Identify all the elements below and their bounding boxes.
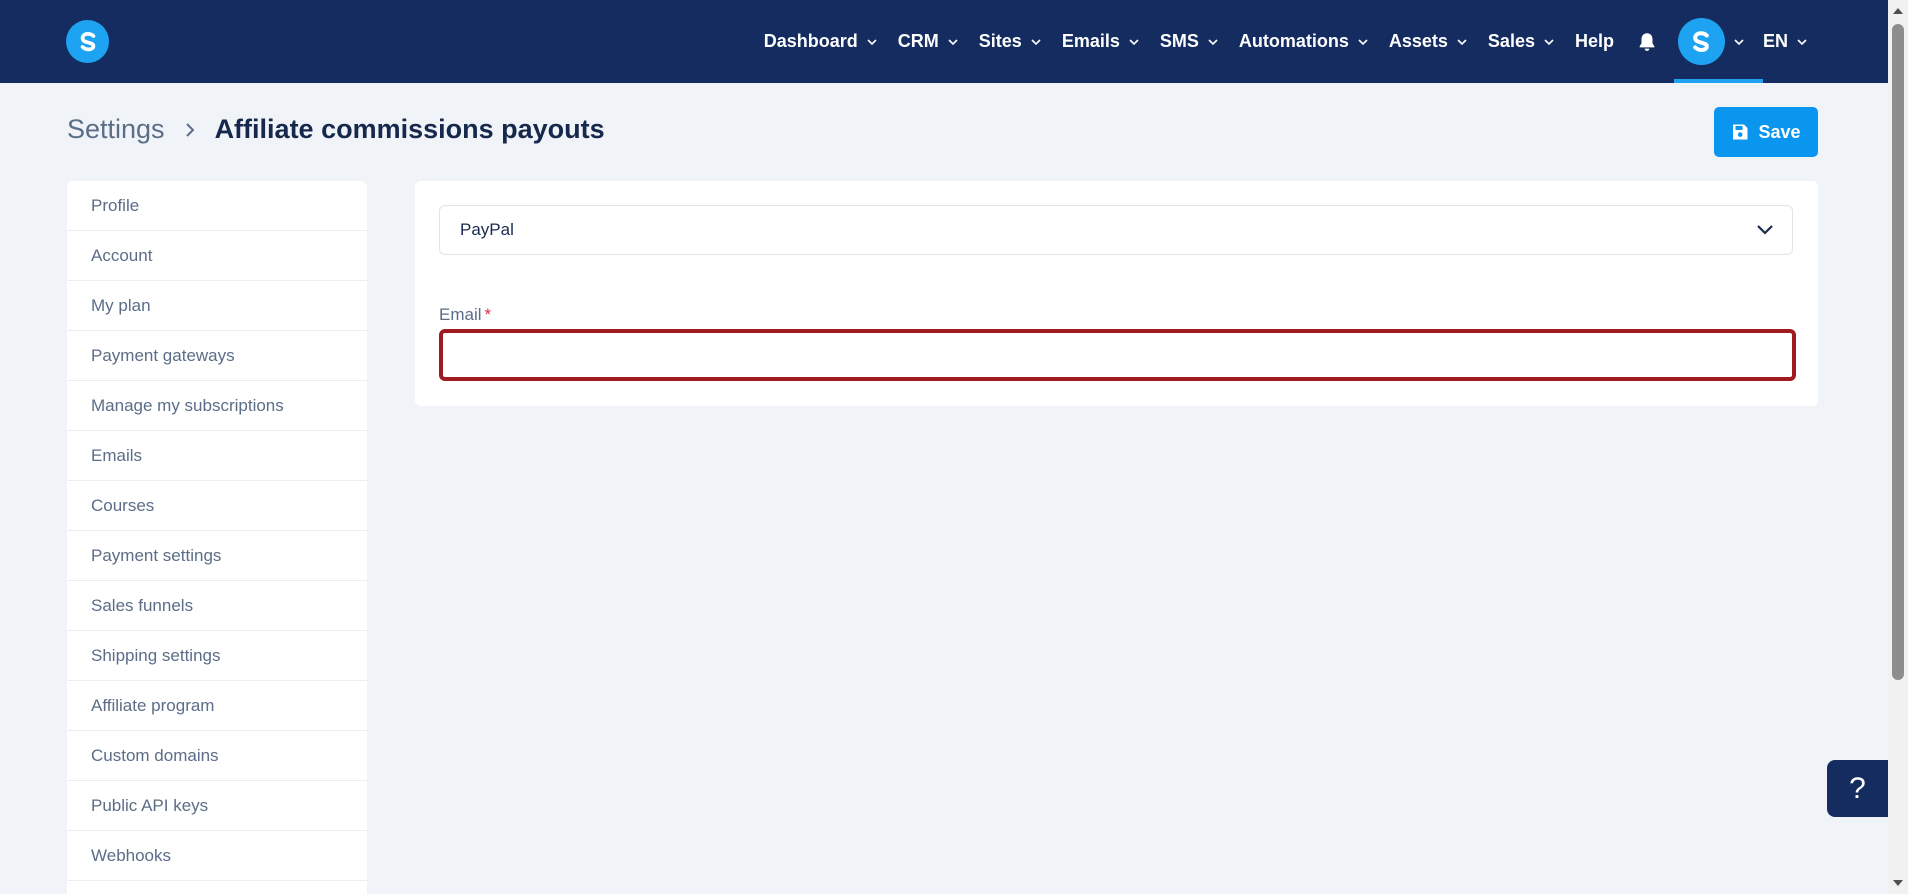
page-scrollbar[interactable] [1888,0,1908,894]
sidebar-item-manage-subscriptions[interactable]: Manage my subscriptions [67,381,367,431]
sidebar-item-sales-funnels[interactable]: Sales funnels [67,581,367,631]
email-field[interactable] [439,329,1796,381]
notifications-button[interactable] [1624,0,1670,83]
sidebar-item-label: Shipping settings [91,645,221,665]
page-title: Affiliate commissions payouts [214,114,605,144]
nav-emails[interactable]: Emails [1052,0,1150,83]
sidebar-item-label: Affiliate program [91,695,215,715]
sidebar-item-label: My plan [91,295,151,315]
sidebar-item-label: Custom domains [91,745,219,765]
avatar[interactable] [1677,18,1725,65]
chevron-down-icon [1734,38,1744,45]
sidebar-item-label: Profile [91,195,140,215]
email-field-label: Email * [439,305,491,325]
nav-label: CRM [897,31,939,51]
nav-dashboard[interactable]: Dashboard [754,0,888,83]
sidebar-item-webhooks[interactable]: Webhooks [67,831,367,881]
nav-sales[interactable]: Sales [1478,0,1565,83]
active-indicator [1673,79,1763,83]
top-navigation-bar: Dashboard CRM Sites Emails SMS Automatio… [0,0,1888,83]
sidebar-item-affiliate-program[interactable]: Affiliate program [67,681,367,731]
user-menu[interactable] [1670,0,1763,83]
sidebar-item-shipping-settings[interactable]: Shipping settings [67,631,367,681]
sidebar-item-label: Courses [91,495,155,515]
nav-assets[interactable]: Assets [1379,0,1478,83]
sidebar-item-label: Manage my subscriptions [91,395,284,415]
logo-s-glyph [80,31,95,51]
chevron-right-icon [185,122,194,137]
sidebar-item-public-api-keys[interactable]: Public API keys [67,781,367,831]
bell-icon [1639,32,1655,51]
scroll-down-arrow-icon[interactable] [1893,880,1903,886]
scroll-thumb[interactable] [1892,24,1904,680]
save-button[interactable]: Save [1714,107,1818,157]
floppy-disk-icon [1733,124,1748,140]
help-icon: ? [1849,771,1866,805]
sidebar-item-label: Payment settings [91,545,222,565]
nav-sms[interactable]: SMS [1150,0,1229,83]
payout-method-value: PayPal [460,220,514,239]
chevron-down-icon [1797,38,1807,45]
save-button-label: Save [1758,121,1801,142]
chevron-down-icon [1031,38,1041,45]
nav-label: Automations [1238,31,1349,51]
chevron-down-icon [1358,38,1368,45]
nav-automations[interactable]: Automations [1229,0,1379,83]
help-button[interactable]: ? [1827,760,1888,817]
payout-method-select[interactable]: PayPal [439,205,1793,255]
nav-label: Sites [978,31,1022,51]
chevron-down-icon [948,38,958,45]
main-nav: Dashboard CRM Sites Emails SMS Automatio… [754,0,1818,83]
nav-sites[interactable]: Sites [969,0,1052,83]
systeme-logo-icon[interactable] [66,20,109,63]
chevron-down-icon [1544,38,1554,45]
sidebar-item-emails[interactable]: Emails [67,431,367,481]
settings-sidebar: Profile Account My plan Payment gateways… [67,181,367,894]
required-marker: * [484,305,492,324]
sidebar-item-label: Emails [91,445,143,465]
email-label-text: Email [439,305,482,324]
sidebar-item-custom-domains[interactable]: Custom domains [67,731,367,781]
chevron-down-icon [1208,38,1218,45]
nav-label: Emails [1061,31,1120,51]
breadcrumb-settings-link[interactable]: Settings [67,114,165,145]
sidebar-item-label: Public API keys [91,795,209,815]
sidebar-item-my-plan[interactable]: My plan [67,281,367,331]
payout-settings-card: PayPal Email * [415,181,1818,406]
chevron-down-icon [1129,38,1139,45]
chevron-down-icon [1457,38,1467,45]
nav-label: Help [1574,31,1614,51]
sidebar-item-courses[interactable]: Courses [67,481,367,531]
sidebar-item-profile[interactable]: Profile [67,181,367,231]
avatar-s-glyph [1693,30,1710,52]
sidebar-item-label: Account [91,245,153,265]
language-selector[interactable]: EN [1753,0,1818,83]
sidebar-item-payment-settings[interactable]: Payment settings [67,531,367,581]
nav-help[interactable]: Help [1565,0,1624,83]
chevron-down-icon [1757,225,1773,235]
sidebar-item-payment-gateways[interactable]: Payment gateways [67,331,367,381]
sidebar-item-label: Payment gateways [91,345,235,365]
sidebar-item-label: Webhooks [91,845,172,865]
nav-label: Assets [1388,31,1448,51]
nav-crm[interactable]: CRM [888,0,969,83]
sidebar-item-label: Sales funnels [91,595,194,615]
breadcrumb: Settings Affiliate commissions payouts [67,114,605,145]
chevron-down-icon [867,38,877,45]
nav-label: Sales [1487,31,1535,51]
nav-label: SMS [1159,31,1199,51]
scroll-up-arrow-icon[interactable] [1893,8,1903,14]
nav-label: Dashboard [763,31,858,51]
sidebar-item-account[interactable]: Account [67,231,367,281]
language-label: EN [1762,31,1788,51]
